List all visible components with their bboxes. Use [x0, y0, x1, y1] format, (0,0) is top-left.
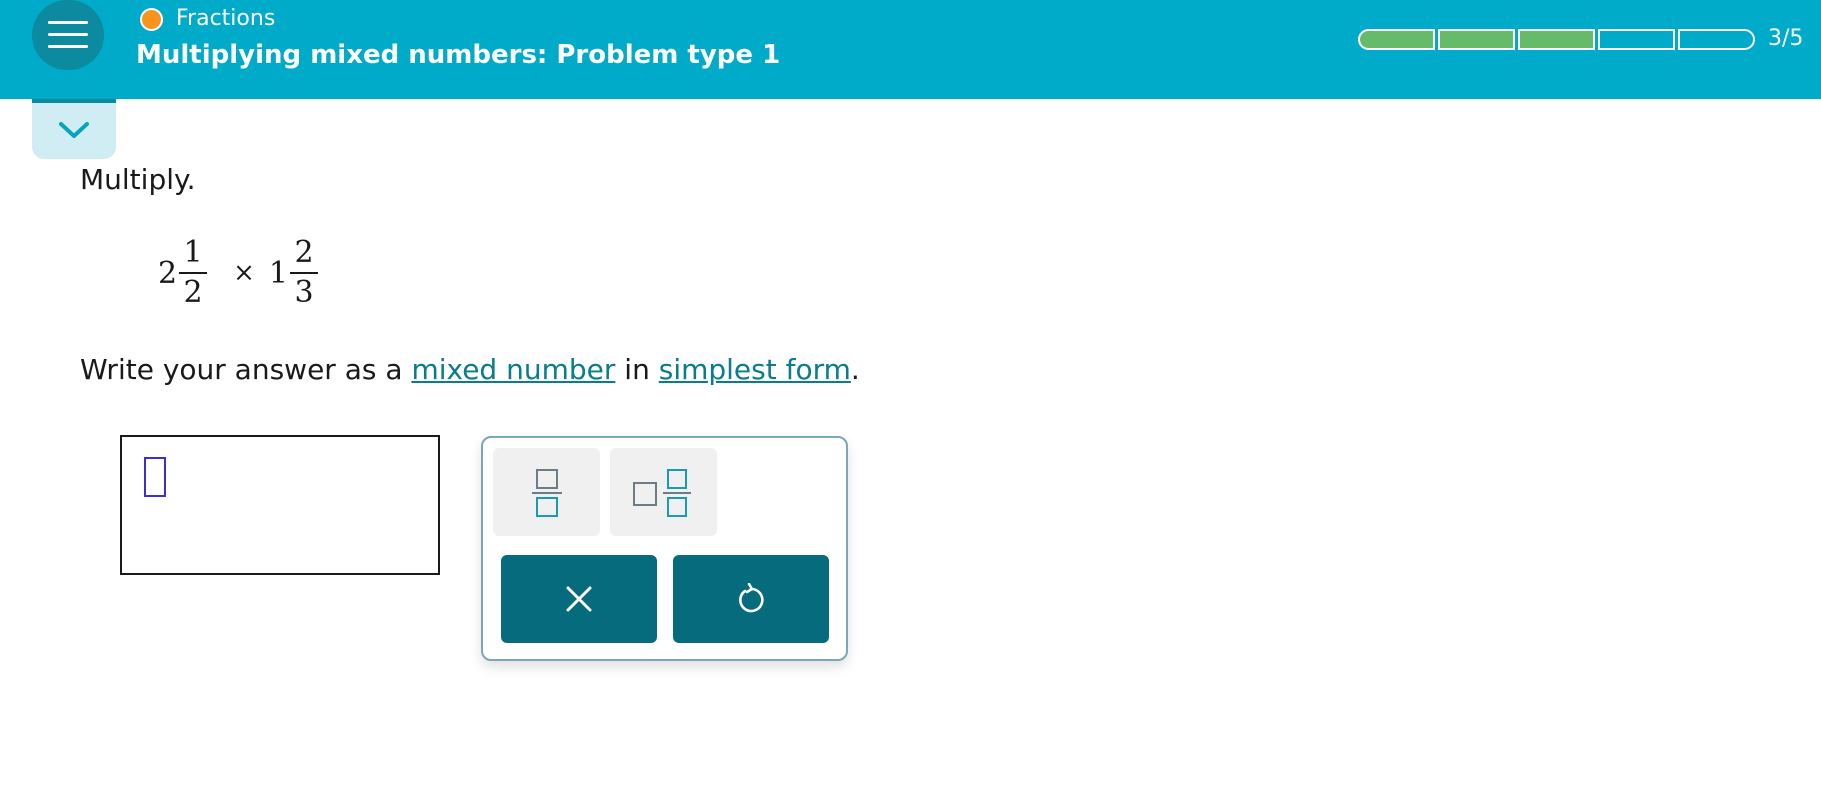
topic-status-dot — [140, 8, 163, 31]
collapse-toggle-button[interactable] — [32, 99, 116, 159]
progress-count: 3/5 — [1768, 26, 1804, 51]
x-icon — [566, 586, 592, 612]
progress-segment — [1598, 29, 1675, 50]
mixed-number-template-button[interactable] — [610, 448, 717, 536]
left-fraction: 1 2 — [179, 234, 208, 312]
right-denominator: 3 — [294, 275, 314, 310]
mixed-number-link[interactable]: mixed number — [411, 353, 615, 386]
progress-segment — [1518, 29, 1595, 50]
chevron-down-icon — [59, 122, 89, 138]
hamburger-menu-icon — [48, 21, 88, 24]
problem-instruction: Multiply. — [80, 163, 196, 196]
progress-segment — [1678, 29, 1755, 50]
answer-input[interactable] — [120, 435, 440, 575]
progress-segment — [1358, 29, 1435, 50]
undo-icon — [739, 583, 764, 613]
topic-label: Fractions — [176, 6, 276, 31]
math-keypad — [481, 436, 848, 661]
top-bar: Fractions Multiplying mixed numbers: Pro… — [0, 0, 1821, 99]
mixed-number-template-icon — [633, 469, 691, 517]
right-numerator: 2 — [294, 235, 314, 270]
progress-segment — [1438, 29, 1515, 50]
times-operator: × — [233, 258, 255, 288]
left-numerator: 1 — [183, 235, 203, 270]
math-expression: 2 1 2 × 1 2 3 — [158, 228, 324, 318]
undo-button[interactable] — [673, 555, 829, 643]
answer-instruction: Write your answer as a mixed number in s… — [80, 353, 860, 386]
left-whole: 2 — [158, 255, 178, 291]
input-cursor-placeholder — [144, 457, 166, 497]
fraction-template-button[interactable] — [493, 448, 600, 536]
left-denominator: 2 — [183, 275, 203, 310]
menu-button[interactable] — [32, 0, 104, 70]
fraction-template-icon — [532, 469, 562, 517]
clear-button[interactable] — [501, 555, 657, 643]
right-whole: 1 — [268, 255, 288, 291]
progress-bar — [1358, 29, 1755, 50]
right-fraction: 2 3 — [289, 234, 318, 312]
simplest-form-link[interactable]: simplest form — [659, 353, 851, 386]
problem-title: Multiplying mixed numbers: Problem type … — [136, 40, 781, 70]
